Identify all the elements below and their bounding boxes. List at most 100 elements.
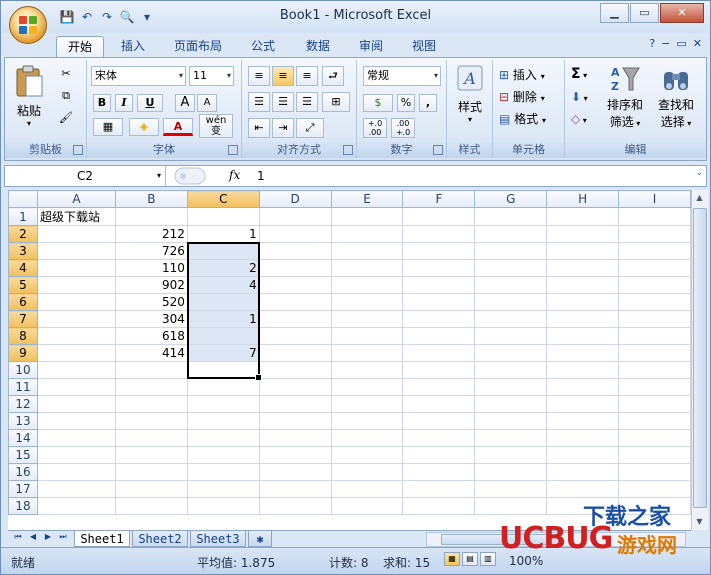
cell-A15[interactable]	[36, 446, 116, 464]
cell-I18[interactable]	[618, 497, 691, 515]
underline-button[interactable]: U	[137, 94, 163, 112]
cell-D8[interactable]	[258, 327, 332, 345]
horizontal-scroll-thumb[interactable]	[441, 534, 561, 545]
page-layout-view-icon[interactable]: ▤	[462, 552, 478, 566]
cell-G18[interactable]	[474, 497, 548, 515]
sheet-tab-sheet1[interactable]: Sheet1	[74, 531, 130, 547]
number-format-select[interactable]: 常规 ▾	[363, 66, 441, 86]
alignment-launcher-icon[interactable]	[343, 145, 353, 155]
normal-view-icon[interactable]: ▦	[444, 552, 460, 566]
cell-C16[interactable]	[186, 463, 260, 481]
cell-H8[interactable]	[546, 327, 620, 345]
cell-B13[interactable]	[114, 412, 188, 430]
cell-G14[interactable]	[474, 429, 548, 447]
cell-B9[interactable]: 414	[114, 344, 188, 362]
cell-C1[interactable]	[186, 207, 260, 226]
cell-C15[interactable]	[186, 446, 260, 464]
tab-view[interactable]: 视图	[404, 36, 444, 56]
row-header-selected[interactable]: 8	[8, 327, 38, 345]
cell-G9[interactable]	[474, 344, 548, 362]
cell-F17[interactable]	[402, 480, 476, 498]
align-center-button[interactable]: ☰	[272, 92, 294, 112]
cell-E11[interactable]	[330, 378, 404, 396]
name-box[interactable]: C2 ▾	[5, 166, 166, 186]
column-header-selected[interactable]: C	[186, 190, 260, 208]
cell-C5[interactable]: 4	[186, 276, 260, 294]
cell-A1[interactable]: 超级下载站	[36, 207, 116, 226]
cell-H1[interactable]	[546, 207, 620, 226]
column-header[interactable]: D	[258, 190, 332, 208]
cell-A3[interactable]	[36, 242, 116, 260]
cell-D15[interactable]	[258, 446, 332, 464]
cell-D10[interactable]	[258, 361, 332, 379]
cell-F7[interactable]	[402, 310, 476, 328]
format-painter-icon[interactable]: 🖌	[55, 110, 77, 128]
cell-A6[interactable]	[36, 293, 116, 311]
cell-E5[interactable]	[330, 276, 404, 294]
delete-cells-button[interactable]: ⊟ 删除 ▾	[499, 88, 545, 105]
cell-E17[interactable]	[330, 480, 404, 498]
row-header[interactable]: 14	[8, 429, 38, 447]
cell-E15[interactable]	[330, 446, 404, 464]
row-header-selected[interactable]: 5	[8, 276, 38, 294]
cell-D13[interactable]	[258, 412, 332, 430]
cell-A17[interactable]	[36, 480, 116, 498]
cell-G2[interactable]	[474, 225, 548, 243]
find-select-button[interactable]: 查找和 选择 ▾	[651, 64, 701, 136]
cell-I2[interactable]	[618, 225, 691, 243]
cell-F5[interactable]	[402, 276, 476, 294]
cell-A14[interactable]	[36, 429, 116, 447]
fill-color-button[interactable]: ◈	[129, 118, 159, 136]
align-middle-button[interactable]: ≡	[272, 66, 294, 86]
row-header[interactable]: 18	[8, 497, 38, 515]
cell-E4[interactable]	[330, 259, 404, 277]
next-sheet-icon[interactable]: ▶	[42, 532, 54, 542]
cell-A11[interactable]	[36, 378, 116, 396]
cell-G11[interactable]	[474, 378, 548, 396]
cell-H16[interactable]	[546, 463, 620, 481]
cell-F1[interactable]	[402, 207, 476, 226]
cell-I11[interactable]	[618, 378, 691, 396]
cell-G5[interactable]	[474, 276, 548, 294]
worksheet-grid[interactable]: A B C D E F G H I 1 超级下载站 2 212 1 3 726 4 110 2 5 9…	[8, 190, 691, 530]
cell-F15[interactable]	[402, 446, 476, 464]
cell-H14[interactable]	[546, 429, 620, 447]
cell-C6[interactable]	[186, 293, 260, 311]
cell-B7[interactable]: 304	[114, 310, 188, 328]
column-header[interactable]: A	[36, 190, 116, 208]
cell-D3[interactable]	[258, 242, 332, 260]
column-header[interactable]: I	[618, 190, 691, 208]
first-sheet-icon[interactable]: ⏮	[12, 532, 24, 542]
minimize-button[interactable]: ▁	[600, 3, 629, 23]
row-header[interactable]: 17	[8, 480, 38, 498]
cell-D6[interactable]	[258, 293, 332, 311]
cell-C10[interactable]	[186, 361, 260, 379]
cell-D17[interactable]	[258, 480, 332, 498]
cell-G13[interactable]	[474, 412, 548, 430]
cell-A13[interactable]	[36, 412, 116, 430]
tab-insert[interactable]: 插入	[112, 36, 154, 56]
font-launcher-icon[interactable]	[228, 145, 238, 155]
decrease-decimal-button[interactable]: .00 +.0	[391, 118, 415, 138]
cell-I3[interactable]	[618, 242, 691, 260]
cell-C3[interactable]	[186, 242, 260, 260]
cell-H4[interactable]	[546, 259, 620, 277]
workbook-minimize-button[interactable]: −	[661, 37, 670, 50]
cell-C7[interactable]: 1	[186, 310, 260, 328]
cell-G8[interactable]	[474, 327, 548, 345]
cell-B1[interactable]	[114, 207, 188, 226]
insert-sheet-icon[interactable]: ✱	[248, 531, 272, 547]
cell-A18[interactable]	[36, 497, 116, 515]
cell-F16[interactable]	[402, 463, 476, 481]
cell-A8[interactable]	[36, 327, 116, 345]
cell-D18[interactable]	[258, 497, 332, 515]
row-header-selected[interactable]: 3	[8, 242, 38, 260]
cut-icon[interactable]: ✂	[55, 66, 77, 84]
column-header[interactable]: G	[474, 190, 548, 208]
row-header-selected[interactable]: 4	[8, 259, 38, 277]
cell-F4[interactable]	[402, 259, 476, 277]
cell-B3[interactable]: 726	[114, 242, 188, 260]
comma-button[interactable]: ,	[419, 94, 437, 112]
increase-decimal-button[interactable]: +.0.00	[363, 118, 387, 138]
row-header[interactable]: 1	[8, 207, 38, 226]
